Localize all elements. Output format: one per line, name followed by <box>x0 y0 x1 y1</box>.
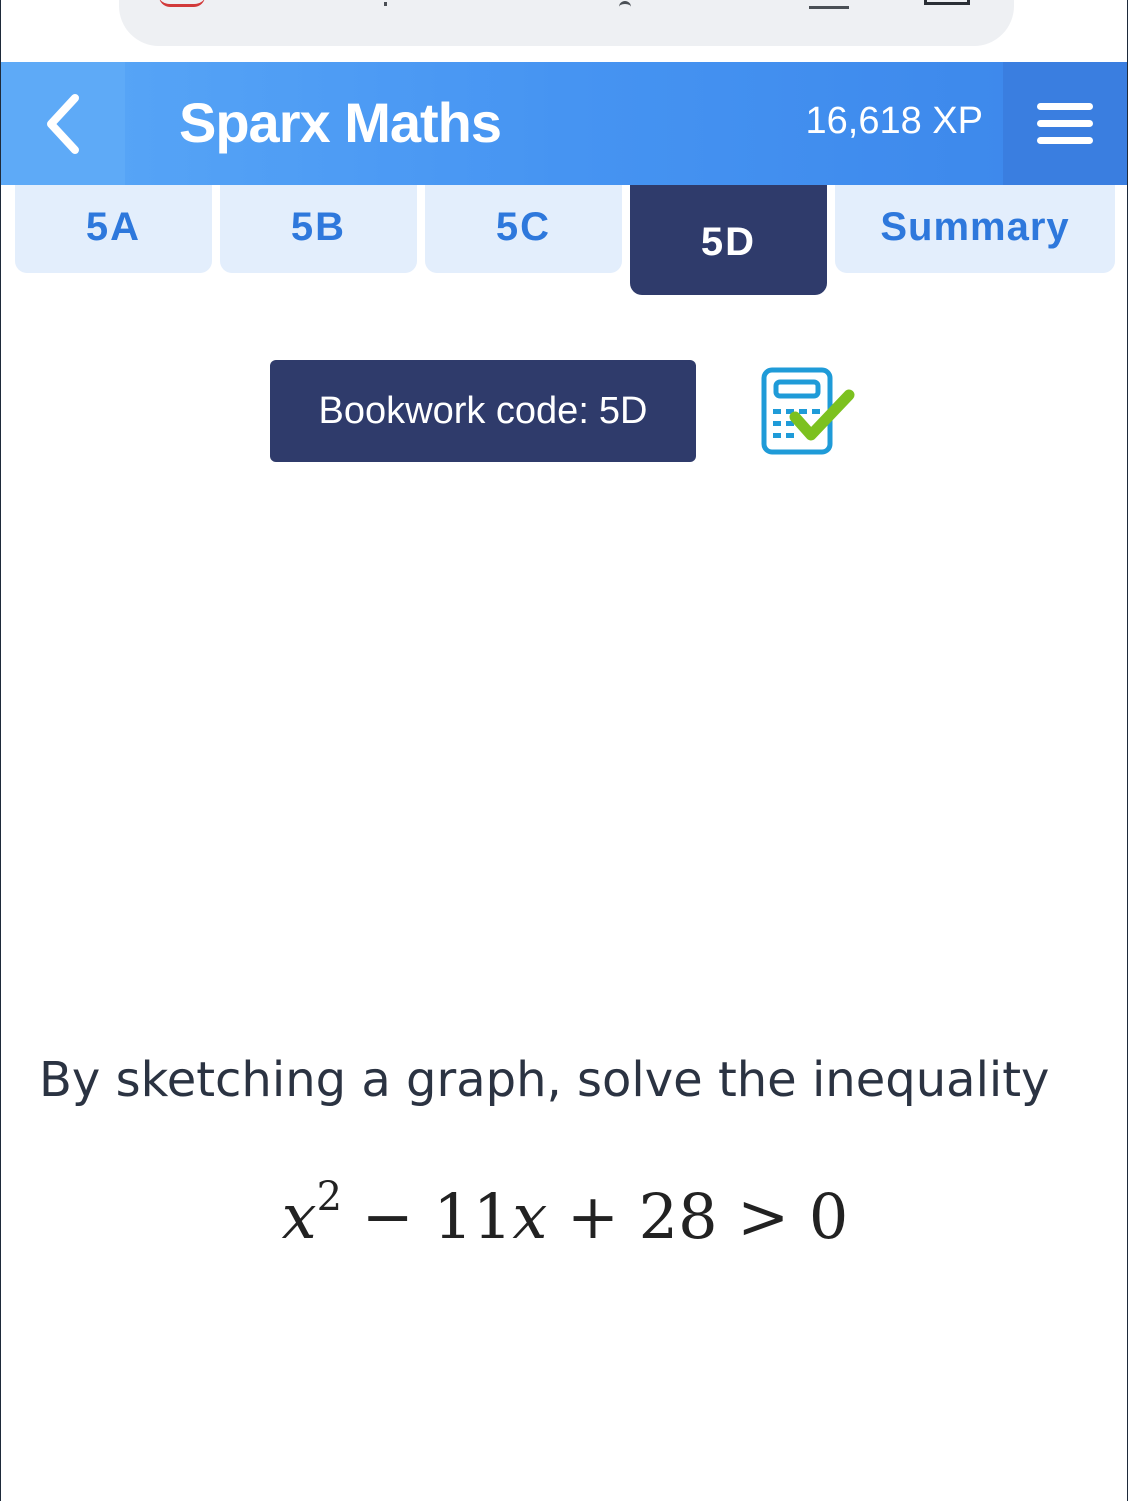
math-term: − 11 <box>342 1180 513 1253</box>
browser-toolbar-icon[interactable] <box>809 0 849 9</box>
bookwork-code-badge: Bookwork code: 5D <box>270 360 696 462</box>
browser-toolbar-icon[interactable] <box>384 2 387 6</box>
browser-toolbar-icon[interactable] <box>619 1 631 8</box>
browser-top-strip <box>1 0 1127 62</box>
bookwork-label: Bookwork code: <box>318 389 589 432</box>
xp-counter: 16,618 XP <box>805 100 983 142</box>
tab-5d[interactable]: 5D <box>630 185 827 295</box>
math-term: + 28 > 0 <box>547 1180 849 1253</box>
task-tabs: 5A 5B 5C 5D Summary <box>15 185 1115 297</box>
tab-5a[interactable]: 5A <box>15 185 212 273</box>
tab-5b[interactable]: 5B <box>220 185 417 273</box>
question-prompt: By sketching a graph, solve the inequali… <box>39 1052 1050 1108</box>
back-button[interactable] <box>1 62 125 185</box>
math-exponent: 2 <box>316 1174 343 1221</box>
browser-toolbar <box>119 0 1014 46</box>
menu-button[interactable] <box>1003 62 1127 185</box>
math-variable: x <box>281 1180 317 1253</box>
menu-icon <box>1037 93 1093 154</box>
page: Sparx Maths 16,618 XP 5A 5B 5C 5D Summar… <box>0 0 1128 1501</box>
bookwork-code: 5D <box>598 389 648 432</box>
back-chevron-icon <box>47 93 79 154</box>
math-variable: x <box>512 1180 548 1253</box>
calculator-check-icon[interactable] <box>759 365 855 457</box>
app-title: Sparx Maths <box>179 91 502 154</box>
app-header: Sparx Maths 16,618 XP <box>1 62 1127 185</box>
inequality-expression: x2 − 11x + 28 > 0 <box>1 1174 1127 1253</box>
browser-toolbar-icon[interactable] <box>924 0 970 5</box>
tab-summary[interactable]: Summary <box>835 185 1115 273</box>
browser-toolbar-icon[interactable] <box>159 0 205 7</box>
tab-5c[interactable]: 5C <box>425 185 622 273</box>
